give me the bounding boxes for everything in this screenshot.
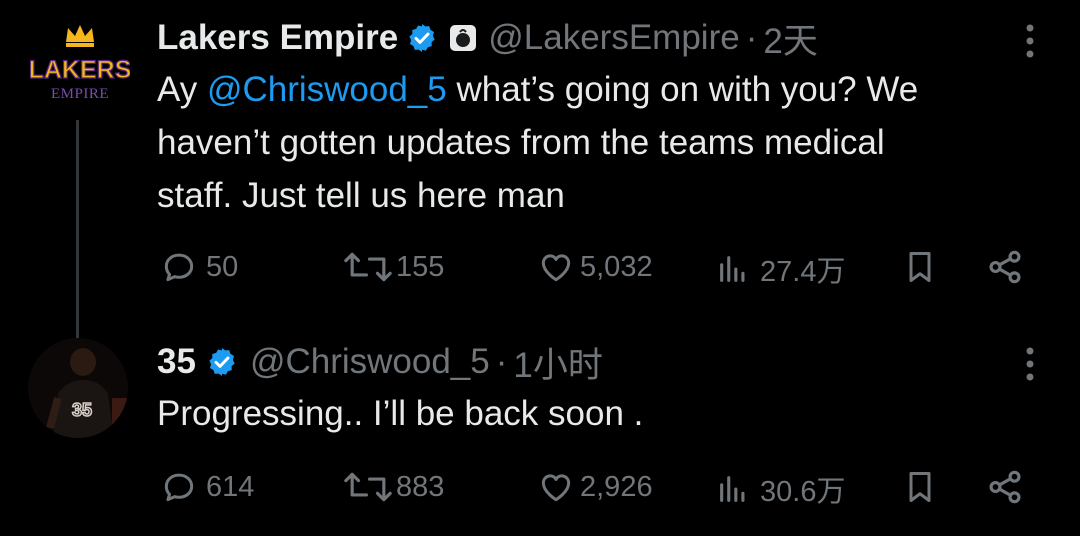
retweet-count: 155 — [396, 250, 445, 283]
tweet-text: Progressing.. I’ll be back soon . — [157, 394, 644, 433]
reply-button[interactable]: 50 — [160, 248, 238, 286]
retweet-button[interactable]: 155 — [342, 248, 444, 286]
reply-count: 614 — [206, 470, 255, 503]
reply-button[interactable]: 614 — [160, 468, 254, 506]
views-icon — [720, 256, 745, 282]
retweet-icon — [344, 252, 392, 282]
author-name[interactable]: Lakers Empire — [157, 18, 398, 58]
verified-badge-icon — [209, 348, 235, 376]
time-separator: · — [745, 18, 758, 57]
bookmark-icon[interactable] — [902, 248, 938, 286]
tweet-text-line1: what’s going on with you? We — [446, 70, 919, 109]
views-count: 30.6万 — [760, 476, 846, 508]
tweet-text-line3: staff. Just tell us here man — [157, 176, 565, 215]
lakers-empire-avatar[interactable]: LAKERS EMPIRE — [30, 18, 130, 108]
crown-icon — [66, 25, 94, 47]
tweet-text-line2: haven’t gotten updates from the teams me… — [157, 123, 885, 162]
author-handle[interactable]: @LakersEmpire — [488, 18, 739, 58]
tweet-header: Lakers Empire @LakersEmpire · 2天 — [157, 16, 818, 61]
heart-icon — [541, 254, 571, 282]
like-button[interactable]: 2,926 — [536, 468, 653, 506]
more-options-icon[interactable] — [1022, 22, 1038, 60]
retweet-button[interactable]: 883 — [342, 468, 444, 506]
more-options-icon[interactable] — [1022, 345, 1038, 383]
retweet-count: 883 — [396, 470, 445, 503]
reply-count: 50 — [206, 250, 239, 283]
logo-text-top: LAKERS — [30, 56, 130, 84]
time-separator: · — [495, 342, 508, 381]
views-count: 27.4万 — [760, 256, 846, 288]
verified-badge-icon — [409, 24, 435, 52]
affiliate-badge-icon — [450, 25, 477, 51]
tweet-text: Ay @Chriswood_5 what’s going on with you… — [157, 63, 1037, 222]
thread-connector-line — [76, 120, 79, 340]
like-count: 2,926 — [580, 470, 653, 503]
views-button[interactable]: 27.4万 — [716, 248, 845, 290]
svg-text:35: 35 — [72, 400, 92, 420]
logo-text-bottom: EMPIRE — [51, 86, 109, 102]
tweet-header: 35 @Chriswood_5 · 1小时 — [157, 340, 603, 385]
mention-link[interactable]: @Chriswood_5 — [207, 70, 447, 109]
retweet-icon — [344, 472, 392, 502]
views-icon — [720, 476, 745, 502]
tweet-time[interactable]: 2天 — [763, 13, 817, 64]
author-handle[interactable]: @Chriswood_5 — [250, 342, 490, 382]
author-name[interactable]: 35 — [157, 342, 196, 382]
bookmark-icon[interactable] — [902, 468, 938, 506]
like-button[interactable]: 5,032 — [536, 248, 653, 286]
share-icon[interactable] — [986, 248, 1024, 286]
chriswood-avatar[interactable]: 35 — [28, 338, 128, 438]
heart-icon — [541, 474, 571, 502]
reply-icon — [164, 253, 194, 282]
tweet-time[interactable]: 1小时 — [513, 337, 602, 388]
tweet-text-prefix: Ay — [157, 70, 207, 109]
views-button[interactable]: 30.6万 — [716, 468, 845, 510]
like-count: 5,032 — [580, 250, 653, 283]
reply-icon — [164, 473, 194, 502]
share-icon[interactable] — [986, 468, 1024, 506]
